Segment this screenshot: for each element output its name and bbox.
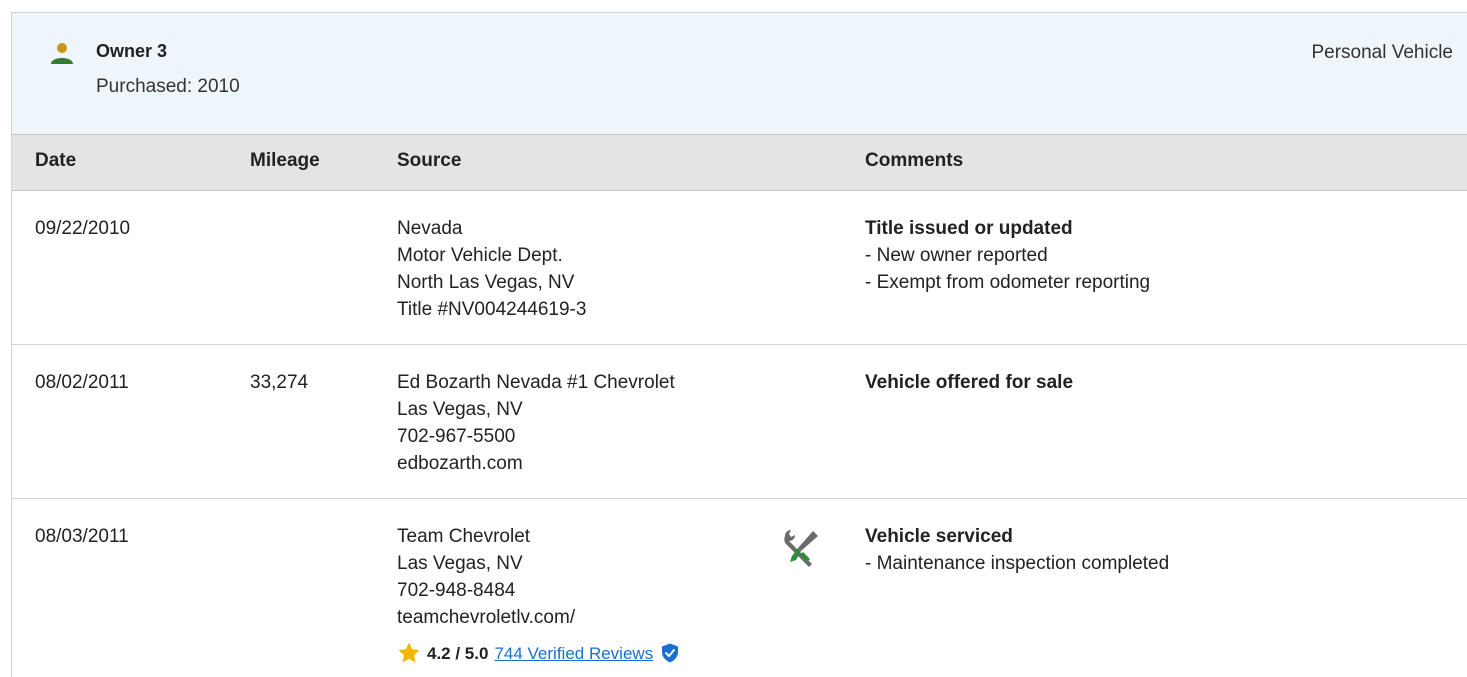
- column-header-source: Source: [397, 150, 462, 171]
- comment-line: - Exempt from odometer reporting: [865, 272, 1151, 293]
- star-icon: [398, 642, 420, 663]
- row-source: Nevada Motor Vehicle Dept. North Las Veg…: [397, 215, 586, 323]
- source-line: Motor Vehicle Dept.: [397, 245, 563, 266]
- source-line: Las Vegas, NV: [397, 553, 523, 574]
- table-row: 08/02/2011 33,274 Ed Bozarth Nevada #1 C…: [12, 345, 1467, 499]
- source-line: 702-967-5500: [397, 426, 516, 447]
- row-comments: Title issued or updated - New owner repo…: [865, 215, 1150, 296]
- service-tools-icon: [784, 530, 818, 567]
- person-icon: [51, 43, 73, 64]
- row-source: Ed Bozarth Nevada #1 Chevrolet Las Vegas…: [397, 369, 675, 477]
- source-line: Nevada: [397, 218, 463, 239]
- source-line: edbozarth.com: [397, 453, 523, 474]
- comment-title: Title issued or updated: [865, 218, 1073, 239]
- source-line: Team Chevrolet: [397, 526, 531, 547]
- column-header-comments: Comments: [865, 150, 964, 171]
- source-line: Las Vegas, NV: [397, 399, 523, 420]
- owner-purchased-year: Purchased: 2010: [96, 76, 240, 97]
- owner-vehicle-type: Personal Vehicle: [1311, 42, 1453, 63]
- source-line: Title #NV004244619-3: [397, 299, 587, 320]
- source-line: teamchevroletlv.com/: [397, 607, 576, 628]
- source-line: 702-948-8484: [397, 580, 516, 601]
- column-header-mileage: Mileage: [250, 150, 320, 171]
- rating-score: 4.2 / 5.0: [427, 643, 489, 663]
- source-line: North Las Vegas, NV: [397, 272, 575, 293]
- owner-history-card: Owner 3 Purchased: 2010 Personal Vehicle…: [11, 12, 1467, 677]
- verified-reviews-link[interactable]: 744 Verified Reviews: [494, 640, 653, 667]
- row-date: 08/03/2011: [35, 526, 129, 547]
- row-date: 08/02/2011: [35, 372, 129, 393]
- row-comments: Vehicle serviced - Maintenance inspectio…: [865, 523, 1169, 577]
- comment-line: - New owner reported: [865, 245, 1048, 266]
- comment-line: - Maintenance inspection completed: [865, 553, 1170, 574]
- table-row: 08/03/2011 Team Chevrolet Las Vegas, NV …: [12, 499, 1467, 677]
- owner-name: Owner 3: [96, 41, 168, 61]
- column-header-date: Date: [35, 150, 77, 171]
- comment-title: Vehicle serviced: [865, 526, 1013, 547]
- comment-title: Vehicle offered for sale: [865, 372, 1074, 393]
- history-table-header: Date Mileage Source Comments: [12, 134, 1467, 191]
- row-source: Team Chevrolet Las Vegas, NV 702-948-848…: [397, 523, 679, 667]
- owner-header: Owner 3 Purchased: 2010 Personal Vehicle: [12, 13, 1467, 134]
- table-row: 09/22/2010 Nevada Motor Vehicle Dept. No…: [12, 191, 1467, 345]
- dealer-rating: 4.2 / 5.0 744 Verified Reviews: [397, 639, 679, 667]
- row-comments: Vehicle offered for sale: [865, 369, 1073, 396]
- verified-shield-icon: [662, 643, 679, 663]
- source-line: Ed Bozarth Nevada #1 Chevrolet: [397, 372, 675, 393]
- row-mileage: 33,274: [250, 372, 309, 393]
- row-date: 09/22/2010: [35, 218, 131, 239]
